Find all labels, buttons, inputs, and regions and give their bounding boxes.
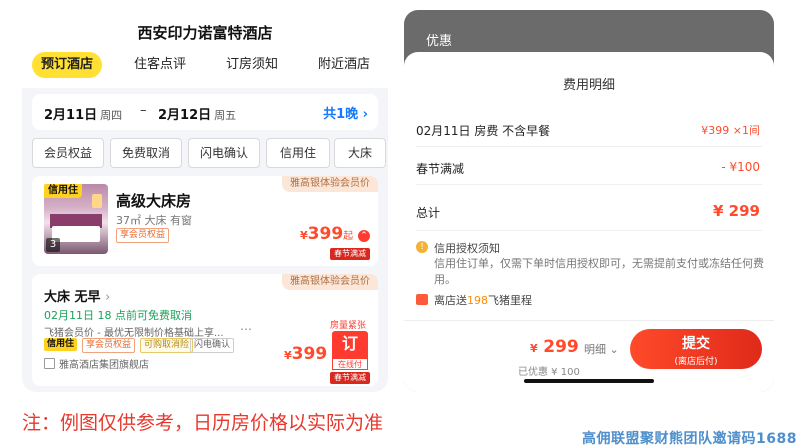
rate-price: ¥399 bbox=[284, 344, 328, 364]
spring-promo-badge: 春节满减 bbox=[330, 372, 370, 384]
chevron-right-icon: › bbox=[105, 290, 111, 305]
credit-notice-title: 信用授权须知 bbox=[434, 242, 500, 255]
hotel-detail-screen: 西安印力诺富特酒店 预订酒店 住客点评 订房须知 附近酒店 2月11日 周四 – … bbox=[22, 8, 388, 392]
filter-free-cancel[interactable]: 免费取消 bbox=[110, 138, 182, 168]
date-selector[interactable]: 2月11日 周四 – 2月12日 周五 共1晚 › bbox=[32, 94, 378, 130]
mileage-reward: 离店送198飞猪里程 bbox=[434, 294, 532, 307]
chevron-up-icon[interactable]: ⌃ bbox=[358, 230, 370, 242]
member-price-strip: 雅高银体验会员价 bbox=[282, 176, 378, 192]
store-icon bbox=[44, 358, 55, 369]
chevron-down-icon: ⌄ bbox=[609, 343, 619, 356]
checkout-bar: ¥ 299 明细 ⌄ 已优惠 ¥ 100 提交 (离店后付) bbox=[404, 320, 774, 392]
tab-nearby-hotels[interactable]: 附近酒店 bbox=[304, 52, 384, 78]
divider bbox=[416, 184, 762, 185]
final-price: ¥ 299 bbox=[530, 337, 579, 357]
rate-plan-card[interactable]: 雅高银体验会员价 大床 无早 › 02月11日 18 点前可免费取消 飞猪会员价… bbox=[32, 274, 378, 386]
room-meta: 37㎡ 大床 有窗 bbox=[116, 214, 192, 227]
chevron-right-icon: › bbox=[362, 107, 368, 122]
credit-stay-badge: 信用住 bbox=[44, 184, 82, 198]
saved-amount: 已优惠 ¥ 100 bbox=[518, 367, 580, 378]
tag-cancel-insurance: 可购取消险 bbox=[140, 338, 194, 353]
room-fee-value: ¥399 ×1间 bbox=[701, 124, 760, 137]
spring-promo-badge: 春节满减 bbox=[330, 248, 370, 260]
home-indicator[interactable] bbox=[524, 379, 654, 383]
photo-count: 3 bbox=[46, 238, 60, 252]
nights-count[interactable]: 共1晚 › bbox=[323, 103, 368, 122]
tab-booking-notes[interactable]: 订房须知 bbox=[212, 52, 292, 78]
tab-reviews[interactable]: 住客点评 bbox=[120, 52, 200, 78]
info-icon: ! bbox=[416, 241, 428, 253]
detail-toggle[interactable]: 明细 ⌄ bbox=[584, 341, 619, 357]
tag-instant-confirm: 闪电确认 bbox=[190, 338, 235, 353]
credit-notice-body: 信用住订单，仅需下单时信用授权即可，无需提前支付或冻结任何费用。 bbox=[434, 257, 764, 286]
low-inventory-label: 房量紧张 bbox=[330, 321, 367, 331]
rate-description: 飞猪会员价 - 最优无限制价格基础上享... bbox=[44, 328, 224, 339]
filter-king-bed[interactable]: 大床 bbox=[334, 138, 386, 168]
tag-member-benefits: 享会员权益 bbox=[82, 338, 136, 353]
filter-member-benefits[interactable]: 会员权益 bbox=[32, 138, 104, 168]
room-card[interactable]: 雅高银体验会员价 3 信用住 高级大床房 37㎡ 大床 有窗 享会员权益 ¥39… bbox=[32, 176, 378, 266]
sheet-title: 费用明细 bbox=[562, 78, 615, 93]
tag-credit-stay: 信用住 bbox=[44, 338, 78, 351]
promo-label: 春节满减 bbox=[416, 162, 465, 176]
order-screen: 优惠 费用明细 02月11日 房费 不含早餐 ¥399 ×1间 春节满减 - ¥… bbox=[404, 10, 774, 392]
discount-label: 优惠 bbox=[426, 34, 453, 49]
submit-button[interactable]: 提交 (离店后付) bbox=[630, 329, 762, 369]
hotel-title: 西安印力诺富特酒店 bbox=[137, 24, 273, 42]
rate-name: 大床 无早 › bbox=[44, 290, 111, 305]
divider bbox=[416, 146, 762, 147]
total-label: 总计 bbox=[416, 206, 441, 220]
divider bbox=[416, 230, 762, 231]
book-button[interactable]: 订 bbox=[332, 331, 368, 361]
fee-detail-sheet: 费用明细 02月11日 房费 不含早餐 ¥399 ×1间 春节满减 - ¥100… bbox=[404, 52, 774, 392]
filter-instant-confirm[interactable]: 闪电确认 bbox=[188, 138, 260, 168]
pay-online-label[interactable]: 在线付 bbox=[332, 358, 368, 370]
total-value: ¥ 299 bbox=[713, 202, 760, 220]
checkin-date: 2月11日 周四 bbox=[44, 108, 123, 123]
checkout-date: 2月12日 周五 bbox=[158, 108, 237, 123]
date-separator: – bbox=[140, 103, 147, 118]
member-price-strip: 雅高银体验会员价 bbox=[282, 274, 378, 290]
tab-book-hotel[interactable]: 预订酒店 bbox=[32, 52, 102, 78]
promo-value: - ¥100 bbox=[721, 160, 760, 174]
store-name: 雅高酒店集团旗舰店 bbox=[44, 356, 149, 371]
hotel-header: 西安印力诺富特酒店 预订酒店 住客点评 订房须知 附近酒店 bbox=[22, 8, 388, 88]
room-price: ¥399起 bbox=[300, 224, 354, 244]
gift-icon bbox=[416, 294, 428, 305]
filter-credit-stay[interactable]: 信用住 bbox=[266, 138, 330, 168]
free-cancel-text: 02月11日 18 点前可免费取消 bbox=[44, 309, 192, 322]
room-fee-label: 02月11日 房费 不含早餐 bbox=[416, 124, 551, 138]
more-icon[interactable]: ⋯ bbox=[240, 322, 252, 336]
watermark-text: 高佣联盟聚财熊团队邀请码1688 bbox=[582, 431, 797, 447]
room-name: 高级大床房 bbox=[116, 192, 192, 210]
member-benefit-tag: 享会员权益 bbox=[116, 228, 170, 243]
disclaimer-note: 注：例图仅供参考，日历房价格以实际为准 bbox=[22, 412, 384, 434]
